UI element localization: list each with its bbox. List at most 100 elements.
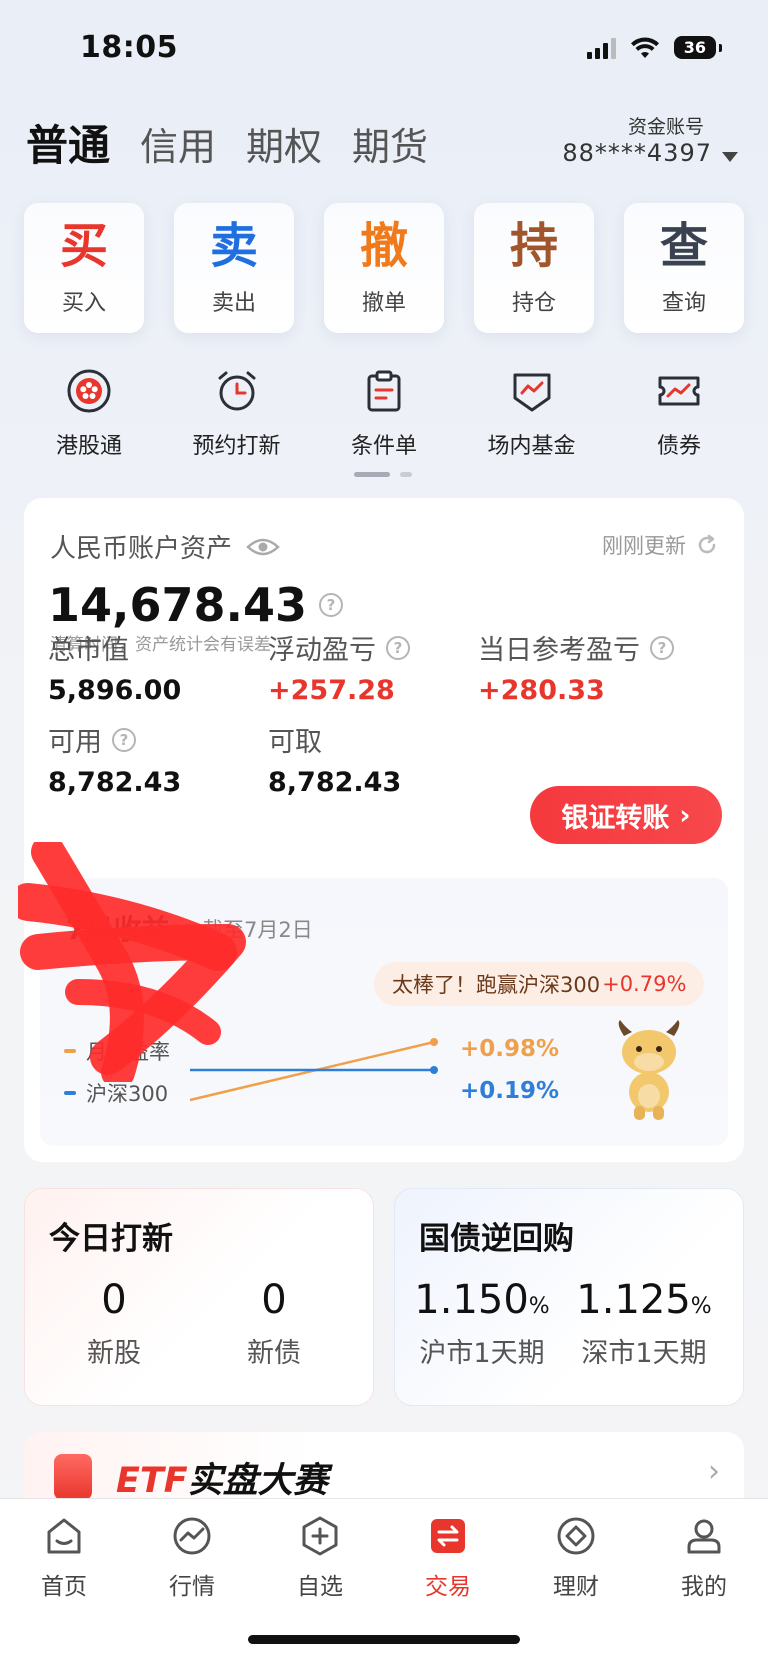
wealth-icon: [557, 1517, 595, 1555]
asset-title: 人民币账户资产: [50, 534, 233, 564]
positions-button[interactable]: 持 持仓: [474, 203, 594, 333]
available-value: 8,782.43: [48, 767, 182, 798]
wifi-icon: [630, 36, 659, 58]
service-hk-connect[interactable]: 港股通: [24, 368, 154, 460]
asset-title-row: 人民币账户资产: [50, 528, 280, 565]
account-selector[interactable]: 资金账号 88****4397: [562, 112, 738, 167]
service-bonds[interactable]: 债券: [614, 368, 744, 460]
positions-glyph: 持: [509, 218, 558, 274]
tab-normal[interactable]: 普通: [26, 112, 110, 173]
ipo-card[interactable]: 今日打新 0 新股 0 新债: [24, 1188, 374, 1406]
nav-profile[interactable]: 我的: [649, 1515, 759, 1601]
clipboard-icon: [367, 370, 401, 412]
help-icon[interactable]: ?: [319, 593, 343, 617]
account-type-tabs: 普通 信用 期权 期货: [26, 112, 428, 173]
new-bonds-count: 0: [261, 1277, 287, 1323]
status-icons: 36: [586, 36, 723, 59]
total-assets-row: 14,678.43 ?: [48, 578, 343, 632]
floating-pl-value: +257.28: [268, 675, 395, 706]
new-stocks-cell[interactable]: 0 新股: [39, 1277, 189, 1370]
tab-credit[interactable]: 信用: [140, 116, 216, 171]
new-bonds-cell[interactable]: 0 新债: [199, 1277, 349, 1370]
home-icon: [47, 1518, 81, 1554]
sell-button[interactable]: 卖 卖出: [174, 203, 294, 333]
tab-futures[interactable]: 期货: [352, 116, 428, 171]
new-bonds-label: 新债: [247, 1338, 301, 1369]
sh-repo-cell[interactable]: 1.150% 沪市1天期: [407, 1277, 557, 1370]
repo-title: 国债逆回购: [419, 1221, 574, 1257]
market-value-label: 总市值: [48, 635, 129, 666]
account-number: 88****4397: [562, 139, 712, 167]
index-value: +0.19%: [460, 1078, 560, 1104]
tab-options[interactable]: 期权: [246, 116, 322, 171]
service-label: 场内基金: [487, 434, 576, 459]
refresh-status[interactable]: 刚刚更新: [602, 530, 718, 560]
new-stocks-label: 新股: [87, 1338, 141, 1369]
etf-logo-icon: [54, 1454, 92, 1500]
percent-unit: %: [690, 1294, 712, 1319]
etf-banner-title: ETF实盘大赛: [116, 1461, 328, 1501]
cancel-order-button[interactable]: 撤 撤单: [324, 203, 444, 333]
outperform-bubble: 太棒了！跑赢沪深300 +0.79%: [374, 962, 705, 1006]
service-label: 条件单: [350, 434, 417, 459]
withdrawable-value: 8,782.43: [268, 767, 402, 798]
sz-repo-label: 深市1天期: [581, 1338, 707, 1369]
new-stocks-count: 0: [101, 1277, 127, 1323]
service-ipo-reservation[interactable]: 预约打新: [172, 368, 302, 460]
daily-pl-label: 当日参考盈亏: [478, 635, 640, 666]
bank-transfer-button[interactable]: 银证转账 ›: [530, 786, 722, 844]
update-text: 刚刚更新: [602, 534, 686, 558]
home-indicator: [248, 1635, 520, 1644]
available-metric: 可用? 8,782.43: [48, 720, 181, 798]
market-value-metric: 总市值 5,896.00: [48, 628, 181, 706]
available-label: 可用: [48, 727, 102, 758]
positions-label: 持仓: [511, 291, 556, 316]
query-button[interactable]: 查 查询: [624, 203, 744, 333]
service-exchange-funds[interactable]: 场内基金: [467, 368, 597, 460]
eye-icon[interactable]: [246, 536, 280, 558]
watchlist-icon: [302, 1516, 338, 1556]
help-icon[interactable]: ?: [112, 727, 136, 752]
query-glyph: 查: [659, 218, 708, 274]
query-label: 查询: [661, 291, 706, 316]
bauhinia-icon: [67, 369, 111, 413]
ticket-chart-icon: [658, 376, 700, 406]
return-value: +0.98%: [460, 1036, 560, 1062]
withdrawable-metric: 可取 8,782.43: [268, 720, 401, 798]
floating-pl-metric: 浮动盈亏? +257.28: [268, 628, 410, 706]
daily-pl-metric: 当日参考盈亏? +280.33: [478, 628, 674, 706]
buy-glyph: 买: [59, 218, 108, 274]
chevron-down-icon: [722, 151, 738, 162]
refresh-icon: [698, 534, 716, 554]
treasury-repo-card[interactable]: 国债逆回购 1.150% 沪市1天期 1.125% 深市1天期: [394, 1188, 744, 1406]
total-assets-value: 14,678.43: [48, 578, 307, 632]
percent-unit: %: [528, 1294, 550, 1319]
status-time: 18:05: [80, 30, 178, 65]
nav-wealth[interactable]: 理财: [521, 1515, 631, 1601]
sz-repo-rate: 1.125: [576, 1277, 691, 1323]
sh-repo-rate: 1.150: [414, 1277, 529, 1323]
cancel-order-label: 撤单: [361, 291, 406, 316]
page-indicator: [354, 472, 412, 477]
sz-repo-cell[interactable]: 1.125% 深市1天期: [569, 1277, 719, 1370]
red-scribble-overlay: [18, 842, 246, 1082]
buy-button[interactable]: 买 买入: [24, 203, 144, 333]
nav-home[interactable]: 首页: [9, 1515, 119, 1601]
nav-market[interactable]: 行情: [137, 1515, 247, 1601]
withdrawable-label: 可取: [268, 727, 322, 758]
cancel-order-glyph: 撤: [359, 218, 408, 274]
nav-watchlist[interactable]: 自选: [265, 1515, 375, 1601]
service-conditional-order[interactable]: 条件单: [319, 368, 449, 460]
sh-repo-label: 沪市1天期: [419, 1338, 545, 1369]
help-icon[interactable]: ?: [650, 635, 674, 660]
help-icon[interactable]: ?: [386, 635, 410, 660]
market-value: 5,896.00: [48, 675, 182, 706]
market-icon: [173, 1517, 211, 1555]
service-shortcuts: 港股通 预约打新 条件单 场内基金 债券: [24, 368, 744, 460]
shield-chart-icon: [513, 373, 550, 412]
buy-label: 买入: [61, 291, 106, 316]
transfer-label: 银证转账: [561, 802, 670, 834]
chevron-right-icon: ›: [679, 799, 691, 831]
nav-trade[interactable]: 交易: [393, 1515, 503, 1601]
floating-pl-label: 浮动盈亏: [268, 635, 376, 666]
